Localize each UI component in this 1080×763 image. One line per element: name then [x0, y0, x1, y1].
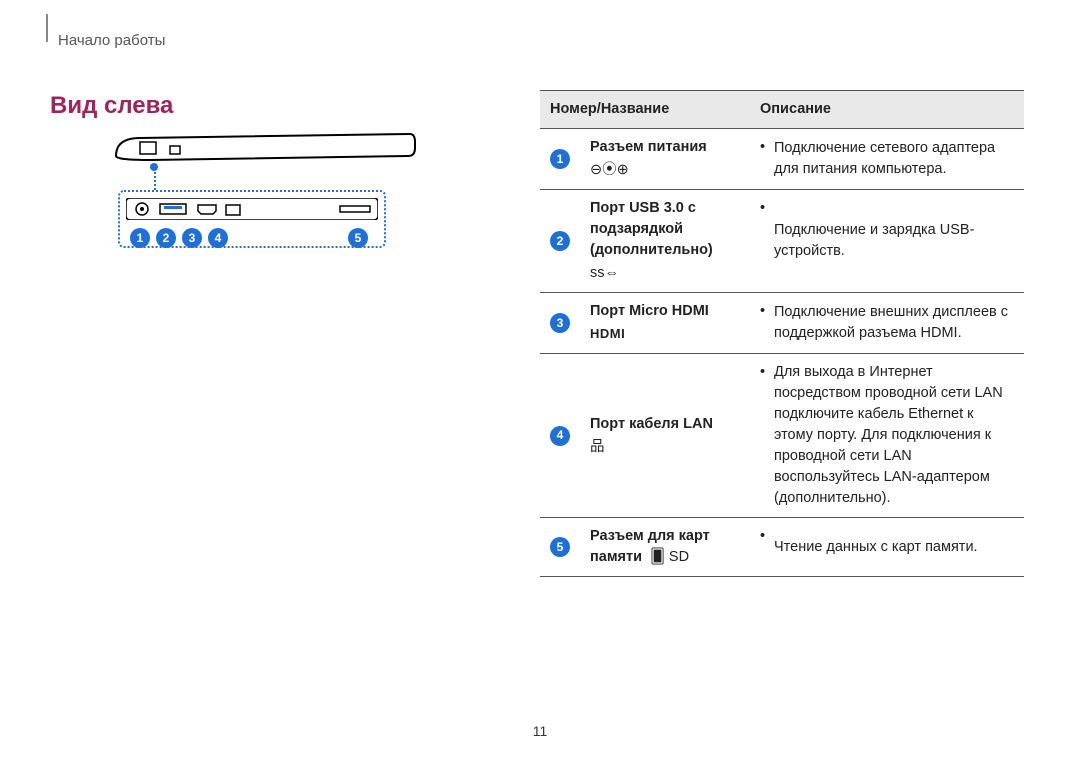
- port-desc-2: Подключение и зарядка USB-устройств.: [750, 190, 1024, 293]
- callout-badge-2: 2: [156, 228, 176, 248]
- port-name-3: Порт Micro HDMI HDMI: [580, 293, 750, 354]
- lan-icon: 品: [590, 439, 605, 455]
- row-badge-1: 1: [550, 149, 570, 169]
- table-row: 2 Порт USB 3.0 с подзарядкой (дополнител…: [540, 190, 1024, 293]
- section-tab-marker: [46, 14, 48, 42]
- row-badge-5: 5: [550, 537, 570, 557]
- sd-icon: 🂠 SD: [650, 549, 689, 565]
- table-row: 4 Порт кабеля LAN 品 Для выхода в Интерне…: [540, 354, 1024, 518]
- callout-badge-row: 1 2 3 4: [130, 228, 228, 248]
- port-name-5: Разъем для карт памяти 🂠 SD: [580, 518, 750, 577]
- port-name-2: Порт USB 3.0 с подзарядкой (дополнительн…: [580, 190, 750, 293]
- callout-badge-3: 3: [182, 228, 202, 248]
- port-name-1: Разъем питания ⊖⦿⊕: [580, 129, 750, 190]
- callout-badge-4: 4: [208, 228, 228, 248]
- callout-badge-1: 1: [130, 228, 150, 248]
- usb3-charge-icon: ss⇔: [590, 265, 619, 281]
- dc-in-icon: ⊖⦿⊕: [590, 162, 629, 178]
- port-desc-5: Чтение данных с карт памяти.: [750, 518, 1024, 577]
- ports-table: Номер/Название Описание 1 Разъем питания…: [540, 90, 1024, 577]
- col-header-desc: Описание: [750, 91, 1024, 129]
- port-desc-4: Для выхода в Интернет посредством провод…: [750, 354, 1024, 518]
- callout-badge-5: 5: [348, 228, 368, 248]
- row-badge-2: 2: [550, 231, 570, 251]
- table-row: 3 Порт Micro HDMI HDMI Подключение внешн…: [540, 293, 1024, 354]
- table-row: 1 Разъем питания ⊖⦿⊕ Подключение сетевог…: [540, 129, 1024, 190]
- row-badge-3: 3: [550, 313, 570, 333]
- manual-page: Начало работы Вид слева 1 2 3 4 5: [0, 0, 1080, 763]
- breadcrumb: Начало работы: [58, 32, 165, 49]
- table-row: 5 Разъем для карт памяти 🂠 SD Чтение дан…: [540, 518, 1024, 577]
- laptop-left-side-diagram: [110, 128, 420, 168]
- table-header-row: Номер/Название Описание: [540, 91, 1024, 129]
- callout-ports-diagram: [126, 198, 378, 220]
- callout-leader-line: [154, 168, 156, 190]
- page-number: 11: [0, 723, 1080, 739]
- hdmi-icon: HDMI: [590, 325, 625, 344]
- port-desc-1: Подключение сетевого адаптера для питани…: [750, 129, 1024, 190]
- page-title: Вид слева: [50, 92, 173, 120]
- port-desc-3: Подключение внешних дисплеев с поддержко…: [750, 293, 1024, 354]
- col-header-name: Номер/Название: [540, 91, 750, 129]
- port-name-4: Порт кабеля LAN 品: [580, 354, 750, 518]
- row-badge-4: 4: [550, 426, 570, 446]
- callout-badge-5-wrap: 5: [348, 228, 368, 248]
